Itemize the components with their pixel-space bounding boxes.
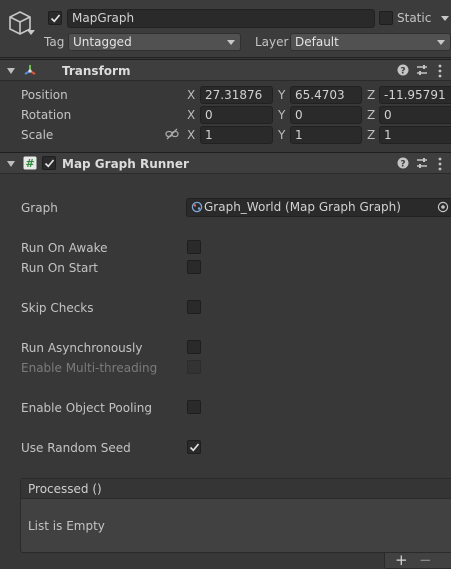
scale-z-field[interactable]: 1 <box>379 126 451 144</box>
random-seed-checkbox[interactable] <box>187 440 201 454</box>
position-y-value: 65.4703 <box>295 88 345 102</box>
run-async-checkbox[interactable] <box>187 340 201 354</box>
scale-y-axis-label[interactable]: Y <box>278 127 285 143</box>
script-icon: # <box>23 156 37 173</box>
layer-dropdown[interactable]: Default <box>290 33 451 51</box>
rotation-x-value: 0 <box>205 108 213 122</box>
tag-dropdown[interactable]: Untagged <box>68 33 241 51</box>
scale-x-field[interactable]: 1 <box>200 126 273 144</box>
position-z-field[interactable]: -11.95791 <box>379 86 451 104</box>
static-dropdown-caret[interactable] <box>441 16 449 21</box>
svg-text:?: ? <box>400 67 405 77</box>
tag-value: Untagged <box>73 35 132 49</box>
position-x-value: 27.31876 <box>205 88 263 102</box>
presets-icon[interactable] <box>416 64 428 79</box>
graph-label: Graph <box>21 201 58 215</box>
help-icon[interactable]: ? <box>397 64 409 79</box>
tag-label: Tag <box>44 35 65 49</box>
run-on-awake-checkbox[interactable] <box>187 240 201 254</box>
graph-asset-icon <box>191 201 203 216</box>
scale-z-value: 1 <box>384 128 392 142</box>
event-list-empty-text: List is Empty <box>28 519 105 533</box>
position-x-axis-label[interactable]: X <box>187 87 195 103</box>
foldout-arrow-icon[interactable] <box>7 161 15 167</box>
scale-x-axis-label[interactable]: X <box>187 127 195 143</box>
scale-label: Scale <box>21 128 54 142</box>
run-on-start-checkbox[interactable] <box>187 260 201 274</box>
help-icon[interactable]: ? <box>397 157 409 172</box>
chevron-down-icon <box>227 40 235 45</box>
position-y-field[interactable]: 65.4703 <box>290 86 362 104</box>
runner-title: Map Graph Runner <box>62 157 189 171</box>
run-on-start-label: Run On Start <box>21 261 99 275</box>
processed-event-header: Processed () <box>21 479 451 499</box>
skip-checks-label: Skip Checks <box>21 301 94 315</box>
constrain-proportions-icon[interactable] <box>165 128 179 143</box>
static-label: Static <box>397 11 432 25</box>
static-checkbox[interactable] <box>379 11 393 25</box>
svg-text:?: ? <box>400 160 405 170</box>
position-z-axis-label[interactable]: Z <box>367 87 375 103</box>
transform-icon <box>22 63 38 82</box>
rotation-z-axis-label[interactable]: Z <box>367 107 375 123</box>
rotation-z-value: 0 <box>384 108 392 122</box>
rotation-x-axis-label[interactable]: X <box>187 107 195 123</box>
rotation-y-value: 0 <box>295 108 303 122</box>
random-seed-label: Use Random Seed <box>21 441 131 455</box>
foldout-arrow-icon[interactable] <box>7 68 15 74</box>
svg-text:#: # <box>25 157 34 170</box>
transform-title: Transform <box>62 64 131 78</box>
processed-event-title: Processed () <box>28 482 102 496</box>
scale-y-field[interactable]: 1 <box>290 126 362 144</box>
chevron-down-icon <box>437 40 445 45</box>
event-footer: + − <box>384 552 451 569</box>
rotation-x-field[interactable]: 0 <box>200 106 273 124</box>
layer-label: Layer <box>255 35 289 49</box>
object-name-value: MapGraph <box>72 11 135 25</box>
active-checkbox[interactable] <box>48 11 62 25</box>
run-async-label: Run Asynchronously <box>21 341 143 355</box>
position-label: Position <box>21 88 68 102</box>
gameobject-header: MapGraph Static Tag Untagged Layer Defau… <box>0 0 451 58</box>
processed-event-box: Processed () List is Empty <box>20 478 451 553</box>
rotation-y-field[interactable]: 0 <box>290 106 362 124</box>
object-pooling-checkbox[interactable] <box>187 400 201 414</box>
multithreading-label: Enable Multi-threading <box>21 361 158 375</box>
remove-event-button[interactable]: − <box>419 552 432 568</box>
object-picker-icon[interactable] <box>437 201 449 216</box>
runner-header[interactable]: # Map Graph Runner ? <box>0 152 451 174</box>
presets-icon[interactable] <box>416 157 428 172</box>
runner-enabled-checkbox[interactable] <box>42 156 56 170</box>
scale-z-axis-label[interactable]: Z <box>367 127 375 143</box>
run-on-awake-label: Run On Awake <box>21 241 108 255</box>
position-y-axis-label[interactable]: Y <box>278 87 285 103</box>
position-z-value: -11.95791 <box>384 88 446 102</box>
kebab-menu-icon[interactable] <box>438 157 442 174</box>
rotation-label: Rotation <box>21 108 72 122</box>
icon-dropdown-caret[interactable] <box>27 30 35 35</box>
multithreading-checkbox <box>187 360 201 374</box>
rotation-z-field[interactable]: 0 <box>379 106 451 124</box>
scale-x-value: 1 <box>205 128 213 142</box>
rotation-y-axis-label[interactable]: Y <box>278 107 285 123</box>
object-pooling-label: Enable Object Pooling <box>21 401 152 415</box>
kebab-menu-icon[interactable] <box>438 64 442 81</box>
layer-value: Default <box>295 35 339 49</box>
position-x-field[interactable]: 27.31876 <box>200 86 273 104</box>
graph-object-field[interactable]: Graph_World (Map Graph Graph) <box>186 198 451 217</box>
add-event-button[interactable]: + <box>395 552 408 568</box>
object-name-field[interactable]: MapGraph <box>67 9 375 28</box>
transform-header[interactable]: Transform ? <box>0 59 451 81</box>
scale-y-value: 1 <box>295 128 303 142</box>
skip-checks-checkbox[interactable] <box>187 300 201 314</box>
graph-value: Graph_World (Map Graph Graph) <box>204 200 401 214</box>
